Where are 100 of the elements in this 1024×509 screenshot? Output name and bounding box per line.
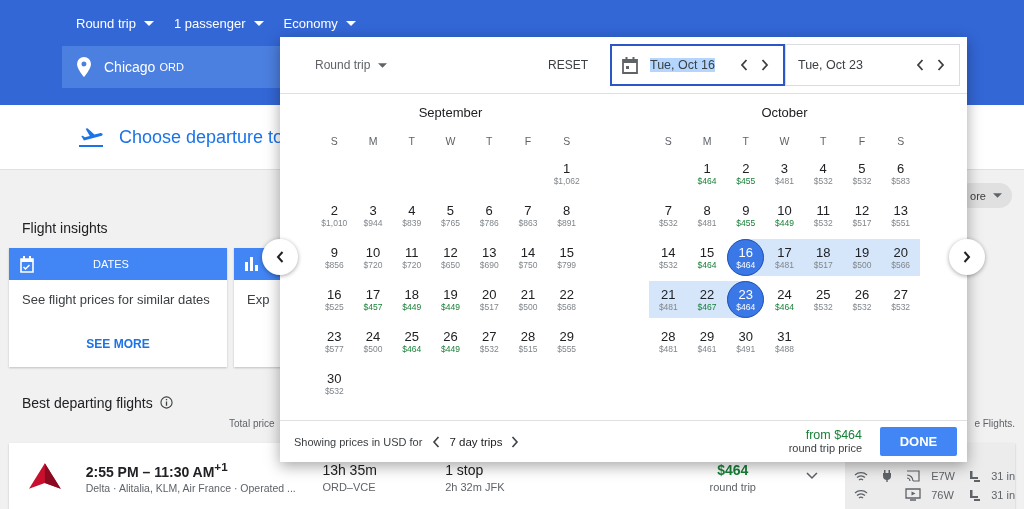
calendar-day[interactable]: 25 $464 — [392, 323, 432, 360]
flight-duration: 13h 35m — [322, 461, 378, 478]
weekday-label: T — [407, 135, 416, 147]
airline-logo-icon — [29, 463, 61, 489]
airline-names: Delta · Alitalia, KLM, Air France · Operated ... — [85, 482, 297, 495]
calendar-day[interactable]: 29 $461 — [687, 323, 727, 360]
calendar-day[interactable]: 30 $532 — [315, 365, 354, 402]
calendar-day[interactable]: 28 $515 — [508, 323, 548, 360]
calendar-day[interactable]: 5 $532 — [842, 155, 882, 192]
calendar-day[interactable]: 12 $650 — [431, 239, 470, 276]
calendar-day[interactable]: 29 $555 — [547, 323, 586, 360]
calendar-day[interactable]: 1 $1,062 — [547, 155, 586, 192]
calendar-day[interactable]: 26 $532 — [842, 281, 882, 318]
calendar-day[interactable]: 14 $750 — [508, 239, 548, 276]
weekday-label: S — [896, 135, 906, 147]
calendar-day[interactable]: 28 $481 — [649, 323, 688, 360]
price-note: round trip price — [788, 441, 862, 455]
calendar-day[interactable]: 15 $799 — [547, 239, 586, 276]
chevron-left-icon[interactable] — [740, 59, 748, 71]
calendar-day[interactable]: 23 $464 — [726, 281, 766, 318]
calendar-day[interactable]: 19 $500 — [842, 239, 882, 276]
calendar-day[interactable]: 24 $464 — [765, 281, 804, 318]
seat-icon — [969, 488, 982, 501]
calendar-day[interactable]: 25 $532 — [803, 281, 843, 318]
weekday-label: W — [444, 135, 457, 147]
chevron-right-icon[interactable] — [511, 435, 520, 448]
caret-icon — [345, 20, 356, 26]
trip-type-dropdown[interactable]: Round trip — [315, 58, 388, 72]
calendar-day[interactable]: 11 $720 — [392, 239, 432, 276]
calendar-day[interactable]: 20 $566 — [881, 239, 920, 276]
chevron-left-icon[interactable] — [432, 435, 441, 448]
calendar-day[interactable]: 4 $532 — [803, 155, 843, 192]
calendar-day[interactable]: 8 $481 — [687, 197, 727, 234]
calendar-day[interactable]: 21 $500 — [508, 281, 548, 318]
calendar-day[interactable]: 17 $457 — [353, 281, 393, 318]
calendar-day[interactable]: 4 $839 — [392, 197, 432, 234]
weekday-label: M — [701, 135, 713, 147]
calendar-day[interactable]: 3 $481 — [765, 155, 804, 192]
chevron-left-icon[interactable] — [916, 59, 924, 71]
calendar-day[interactable]: 15 $464 — [687, 239, 727, 276]
calendar-day[interactable]: 30 $491 — [726, 323, 766, 360]
calendar-day[interactable]: 24 $500 — [353, 323, 393, 360]
calendar-day[interactable]: 6 $786 — [469, 197, 509, 234]
dropdown-button[interactable]: Economy — [283, 15, 356, 31]
calendar-day[interactable]: 7 $863 — [508, 197, 548, 234]
weekday-label: T — [819, 135, 828, 147]
calendar-day[interactable]: 12 $517 — [842, 197, 882, 234]
weekday-label: S — [562, 135, 572, 147]
legroom: 31 in — [991, 470, 1015, 482]
month-title: October — [760, 105, 809, 121]
calendar-day[interactable]: 14 $532 — [649, 239, 688, 276]
caret-icon — [993, 193, 1002, 198]
see-more-link[interactable]: SEE MORE — [86, 337, 150, 351]
reset-button[interactable]: RESET — [548, 58, 588, 72]
calendar-day[interactable]: 3 $944 — [353, 197, 393, 234]
location-pin-icon — [77, 57, 91, 77]
calendar-day[interactable]: 27 $532 — [469, 323, 509, 360]
calendar-day[interactable]: 7 $532 — [649, 197, 688, 234]
calendar-day[interactable]: 22 $568 — [547, 281, 586, 318]
done-button[interactable]: DONE — [880, 427, 957, 456]
calendar-day[interactable]: 13 $690 — [469, 239, 509, 276]
calendar-day[interactable]: 11 $532 — [803, 197, 843, 234]
date-field[interactable]: Tue, Oct 16 — [610, 44, 785, 86]
chevron-right-icon[interactable] — [761, 59, 769, 71]
calendar-day[interactable]: 18 $517 — [803, 239, 843, 276]
calendar-day[interactable]: 16 $464 — [726, 239, 766, 276]
calendar-day[interactable]: 19 $449 — [431, 281, 470, 318]
date-field[interactable]: Tue, Oct 23 — [785, 44, 960, 86]
calendar-day[interactable]: 5 $765 — [431, 197, 470, 234]
calendar-day[interactable]: 10 $720 — [353, 239, 393, 276]
calendar-day[interactable]: 26 $449 — [431, 323, 470, 360]
dropdown-button[interactable]: 1 passenger — [174, 15, 264, 31]
calendar-day[interactable]: 27 $532 — [881, 281, 920, 318]
weekday-label: S — [663, 135, 673, 147]
calendar-day[interactable]: 31 $488 — [765, 323, 804, 360]
calendar-day[interactable]: 20 $517 — [469, 281, 509, 318]
calendar-day[interactable]: 13 $551 — [881, 197, 920, 234]
calendar-day[interactable]: 9 $856 — [315, 239, 354, 276]
chevron-down-icon[interactable] — [806, 472, 819, 480]
caret-icon — [378, 62, 388, 68]
calendar-day[interactable]: 10 $449 — [765, 197, 804, 234]
calendar-day[interactable]: 17 $481 — [765, 239, 804, 276]
chevron-right-icon[interactable] — [937, 59, 945, 71]
flight-times: 2:55 PM – 11:30 AM$^{+1}$ — [85, 459, 229, 480]
calendar-day[interactable]: 18 $449 — [392, 281, 432, 318]
calendar-day[interactable]: 2 $1,010 — [315, 197, 354, 234]
calendar-day[interactable]: 21 $481 — [649, 281, 688, 318]
calendar-day[interactable]: 1 $464 — [687, 155, 727, 192]
calendar-day[interactable]: 8 $891 — [547, 197, 586, 234]
calendar-day[interactable]: 9 $455 — [726, 197, 766, 234]
calendar-day[interactable]: 23 $577 — [315, 323, 354, 360]
calendar-day[interactable]: 16 $525 — [315, 281, 354, 318]
dropdown-button[interactable]: Round trip — [76, 15, 154, 31]
calendar-day[interactable]: 22 $467 — [687, 281, 727, 318]
price-note: e Flights. — [974, 418, 1015, 431]
calendar-day[interactable]: 2 $455 — [726, 155, 766, 192]
calendar-day[interactable]: 6 $583 — [881, 155, 920, 192]
next-month-button[interactable] — [949, 239, 985, 275]
layover-info: 2h 32m JFK — [445, 480, 506, 493]
from-price: from $464 — [805, 428, 862, 442]
